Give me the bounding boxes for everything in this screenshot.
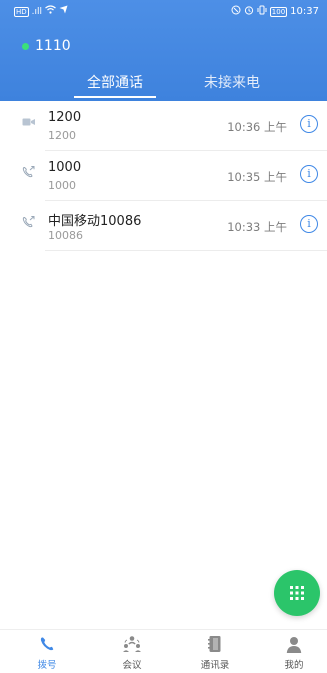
bottom-navigation: 拨号 会议 通讯录 我的 <box>0 629 327 673</box>
nav-dial[interactable]: 拨号 <box>22 634 72 671</box>
call-contact-name: 1000 <box>48 160 82 175</box>
meeting-icon <box>107 634 157 654</box>
active-tab-indicator <box>74 96 156 98</box>
outgoing-call-icon <box>22 163 36 178</box>
online-status-dot <box>22 42 29 50</box>
nav-contacts-label: 通讯录 <box>200 660 230 671</box>
nav-contacts[interactable]: 通讯录 <box>190 634 240 671</box>
status-bar-right: 100 10:37 <box>231 5 319 18</box>
tab-missed-calls[interactable]: 未接来电 <box>172 72 292 92</box>
nav-meeting-label: 会议 <box>122 660 142 671</box>
call-time: 10:36 上午 <box>227 120 287 134</box>
status-bar-left: HD .ıll <box>14 5 68 18</box>
signal-icon: .ıll <box>31 6 43 17</box>
call-time: 10:35 上午 <box>227 170 287 184</box>
call-log-row[interactable]: 1000 1000 10:35 上午 i <box>0 151 327 201</box>
address-book-icon <box>190 634 240 654</box>
app-header: HD .ıll 100 10:37 1110 全部通话 未接来电 <box>0 0 327 101</box>
call-time: 10:33 上午 <box>227 220 287 234</box>
vibrate-icon <box>257 5 267 18</box>
person-icon <box>269 634 319 654</box>
nav-dial-label: 拨号 <box>37 660 57 671</box>
phone-icon <box>22 634 72 654</box>
hd-icon: HD <box>14 6 29 17</box>
location-icon <box>59 5 68 18</box>
call-number: 1000 <box>48 179 76 192</box>
call-number: 1200 <box>48 129 76 142</box>
outgoing-call-icon <box>22 213 36 228</box>
wifi-icon <box>45 5 56 18</box>
nav-me[interactable]: 我的 <box>269 634 319 671</box>
video-call-icon <box>22 113 36 126</box>
nav-meeting[interactable]: 会议 <box>107 634 157 671</box>
call-number: 10086 <box>48 229 83 242</box>
call-log-row[interactable]: 1200 1200 10:36 上午 i <box>0 101 327 151</box>
status-time: 10:37 <box>290 6 319 17</box>
nav-me-label: 我的 <box>284 660 304 671</box>
status-bar: HD .ıll 100 10:37 <box>0 0 327 22</box>
dialpad-button[interactable] <box>274 570 320 616</box>
account-status[interactable]: 1110 <box>22 38 71 54</box>
nfc-icon <box>231 5 241 18</box>
alarm-icon <box>244 5 254 18</box>
call-info-button[interactable]: i <box>300 215 318 233</box>
call-info-button[interactable]: i <box>300 115 318 133</box>
call-contact-name: 1200 <box>48 110 82 125</box>
battery-indicator: 100 <box>269 6 288 17</box>
call-contact-name: 中国移动10086 <box>48 214 142 229</box>
account-number: 1110 <box>35 38 71 54</box>
call-log-list: 1200 1200 10:36 上午 i 1000 1000 10:35 上午 … <box>0 101 327 251</box>
call-log-row[interactable]: 中国移动10086 10086 10:33 上午 i <box>0 201 327 251</box>
call-info-button[interactable]: i <box>300 165 318 183</box>
tab-all-calls[interactable]: 全部通话 <box>55 72 175 92</box>
row-divider <box>45 250 327 251</box>
call-log-tabs: 全部通话 未接来电 <box>0 72 327 101</box>
